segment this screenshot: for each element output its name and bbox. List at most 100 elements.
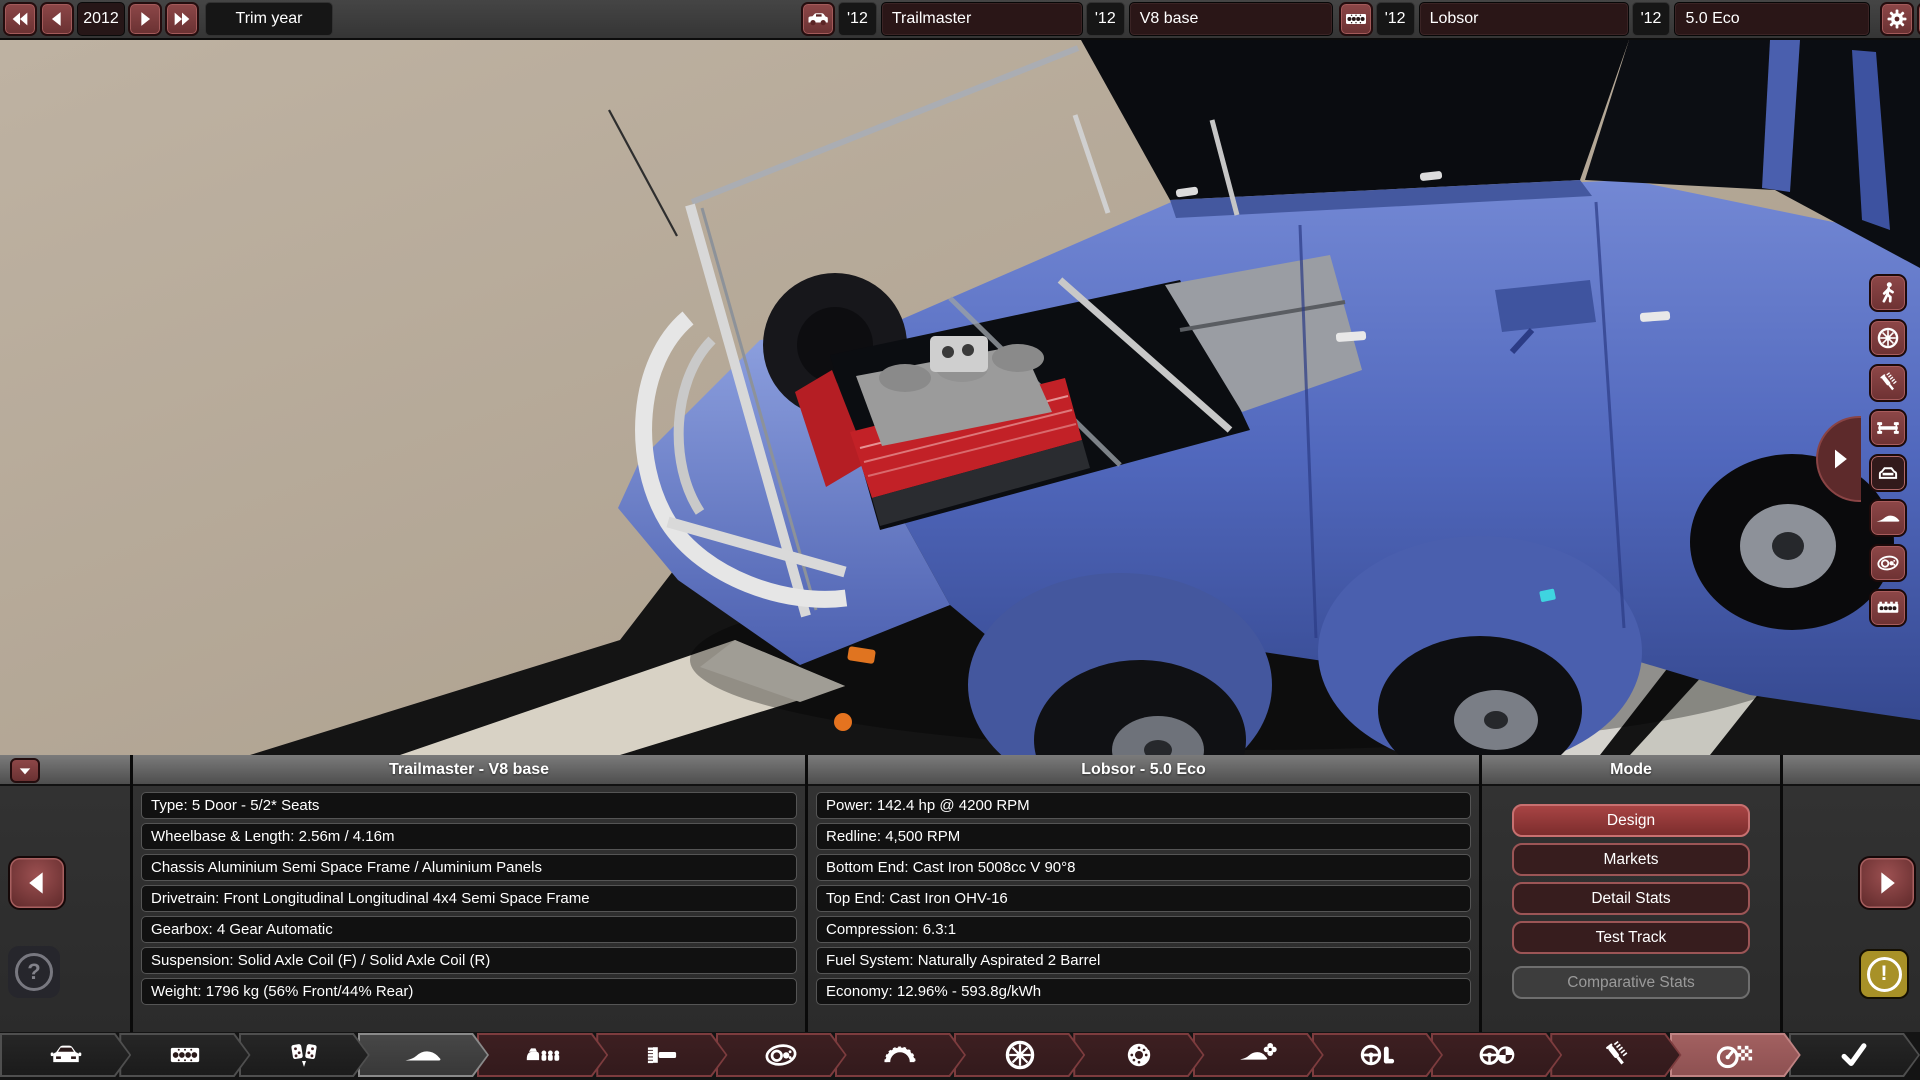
car-front-icon [49, 1038, 83, 1072]
collapse-panel-button[interactable] [10, 758, 40, 783]
show-engine-button[interactable] [1869, 589, 1907, 627]
settings-button[interactable] [1880, 2, 1914, 36]
show-body-button[interactable] [1869, 454, 1907, 492]
tab-rims[interactable] [954, 1033, 1085, 1077]
double-left-arrow-icon [9, 8, 31, 30]
tab-brakes[interactable] [1073, 1033, 1204, 1077]
car-stat-row: Drivetrain: Front Longitudinal Longitudi… [141, 885, 797, 912]
mode-design-button[interactable]: Design [1512, 804, 1750, 837]
left-arrow-icon [46, 8, 68, 30]
tab-engine[interactable] [119, 1033, 250, 1077]
engine-family-button[interactable] [1339, 2, 1373, 36]
engine-stat-row: Economy: 12.96% - 593.8g/kWh [816, 978, 1471, 1005]
engine-stats-title: Lobsor - 5.0 Eco [808, 755, 1479, 786]
tab-gearbox[interactable] [239, 1033, 370, 1077]
car-stat-row: Suspension: Solid Axle Coil (F) / Solid … [141, 947, 797, 974]
suspension-icon [1599, 1038, 1633, 1072]
trim-year-value[interactable]: 2012 [77, 2, 125, 36]
view-options-toolbar [1869, 274, 1907, 634]
tab-interior[interactable] [477, 1033, 608, 1077]
mode-comparative-stats-button: Comparative Stats [1512, 966, 1750, 999]
left-arrow-icon [20, 866, 54, 900]
gear-icon [1885, 7, 1909, 31]
car-stats-title: Trailmaster - V8 base [133, 755, 805, 786]
headlight-icon [1875, 550, 1901, 576]
engine-gasket-icon [168, 1038, 202, 1072]
engine-family-name-field[interactable]: Lobsor [1419, 2, 1629, 36]
engine-variant-year-badge: '12 [1632, 2, 1671, 36]
engine-variant-name-field[interactable]: 5.0 Eco [1674, 2, 1870, 36]
aero-cooling-icon [1239, 1036, 1277, 1074]
headlight-icon [762, 1036, 800, 1074]
tab-finish[interactable] [1789, 1033, 1920, 1077]
car-model-year-badge: '12 [838, 2, 877, 36]
paint-brush-icon [644, 1037, 680, 1073]
car-stat-row: Weight: 1796 kg (56% Front/44% Rear) [141, 978, 797, 1005]
tab-body-design[interactable] [358, 1033, 489, 1077]
show-fixtures-button[interactable] [1869, 544, 1907, 582]
prev-page-button[interactable] [8, 856, 66, 910]
panel-engine-stats: Lobsor - 5.0 Eco Power: 142.4 hp @ 4200 … [808, 755, 1482, 1032]
help-button[interactable]: ? [8, 946, 60, 998]
engine-icon [1344, 7, 1368, 31]
engine-stat-row: Top End: Cast Iron OHV-16 [816, 885, 1471, 912]
car-stat-row: Gearbox: 4 Gear Automatic [141, 916, 797, 943]
viewport-3d-scene[interactable] [0, 40, 1920, 755]
rim-icon [1875, 325, 1901, 351]
panel-left-rail: ? [0, 755, 133, 1032]
warning-button[interactable]: ! [1859, 949, 1909, 999]
tab-car-body[interactable] [0, 1033, 131, 1077]
car-stat-row: Wheelbase & Length: 2.56m / 4.16m [141, 823, 797, 850]
tab-suspension-tune[interactable] [1550, 1033, 1681, 1077]
car-trim-name-field[interactable]: V8 base [1129, 2, 1333, 36]
gearbox-icon [287, 1038, 321, 1072]
year-next-button[interactable] [128, 2, 162, 36]
year-forward-button[interactable] [165, 2, 199, 36]
finish-check-icon [1837, 1038, 1871, 1072]
tab-wheel-arch[interactable] [835, 1033, 966, 1077]
year-rewind-button[interactable] [3, 2, 37, 36]
steering-seat-icon [1359, 1037, 1395, 1073]
pedestrian-icon [1875, 280, 1901, 306]
mode-test-track-button[interactable]: Test Track [1512, 921, 1750, 954]
car-render [0, 40, 1920, 755]
designer-tab-bar [0, 1032, 1920, 1080]
panel-car-stats: Trailmaster - V8 base Type: 5 Door - 5/2… [133, 755, 808, 1032]
brake-icon [1123, 1039, 1155, 1071]
trim-year-label: Trim year [205, 2, 333, 36]
tab-aero-cooling[interactable] [1193, 1033, 1324, 1077]
question-mark-icon: ? [15, 953, 53, 991]
car-body-icon [1875, 460, 1901, 486]
mode-markets-button[interactable]: Markets [1512, 843, 1750, 876]
show-pedestrian-button[interactable] [1869, 274, 1907, 312]
interior-seats-icon [525, 1037, 561, 1073]
rim-icon [1002, 1037, 1038, 1073]
car-model-button[interactable] [801, 2, 835, 36]
year-prev-button[interactable] [40, 2, 74, 36]
right-arrow-icon [134, 8, 156, 30]
tab-interior-trim[interactable] [1312, 1033, 1443, 1077]
car-styling-icon [1875, 505, 1901, 531]
show-wheels-button[interactable] [1869, 319, 1907, 357]
tab-fixtures[interactable] [716, 1033, 847, 1077]
tab-driver-assists[interactable] [1431, 1033, 1562, 1077]
show-suspension-button[interactable] [1869, 364, 1907, 402]
tab-testing[interactable] [1670, 1033, 1801, 1077]
engine-stat-row: Power: 142.4 hp @ 4200 RPM [816, 792, 1471, 819]
tab-paint[interactable] [596, 1033, 727, 1077]
panel-right-rail: ! [1783, 755, 1920, 1032]
mode-title: Mode [1482, 755, 1780, 786]
bottom-stats-panel: ? Trailmaster - V8 base Type: 5 Door - 5… [0, 755, 1920, 1032]
mode-detail-stats-button[interactable]: Detail Stats [1512, 882, 1750, 915]
car-stat-row: Type: 5 Door - 5/2* Seats [141, 792, 797, 819]
car-model-name-field[interactable]: Trailmaster [881, 2, 1083, 36]
right-arrow-icon [1870, 866, 1904, 900]
play-right-icon [1825, 444, 1855, 474]
show-chassis-button[interactable] [1869, 409, 1907, 447]
car-body-design-icon [403, 1035, 443, 1075]
engine-stat-row: Redline: 4,500 RPM [816, 823, 1471, 850]
driver-assists-icon [1479, 1037, 1515, 1073]
chassis-icon [1875, 415, 1901, 441]
next-page-button[interactable] [1858, 856, 1916, 910]
show-styling-button[interactable] [1869, 499, 1907, 537]
